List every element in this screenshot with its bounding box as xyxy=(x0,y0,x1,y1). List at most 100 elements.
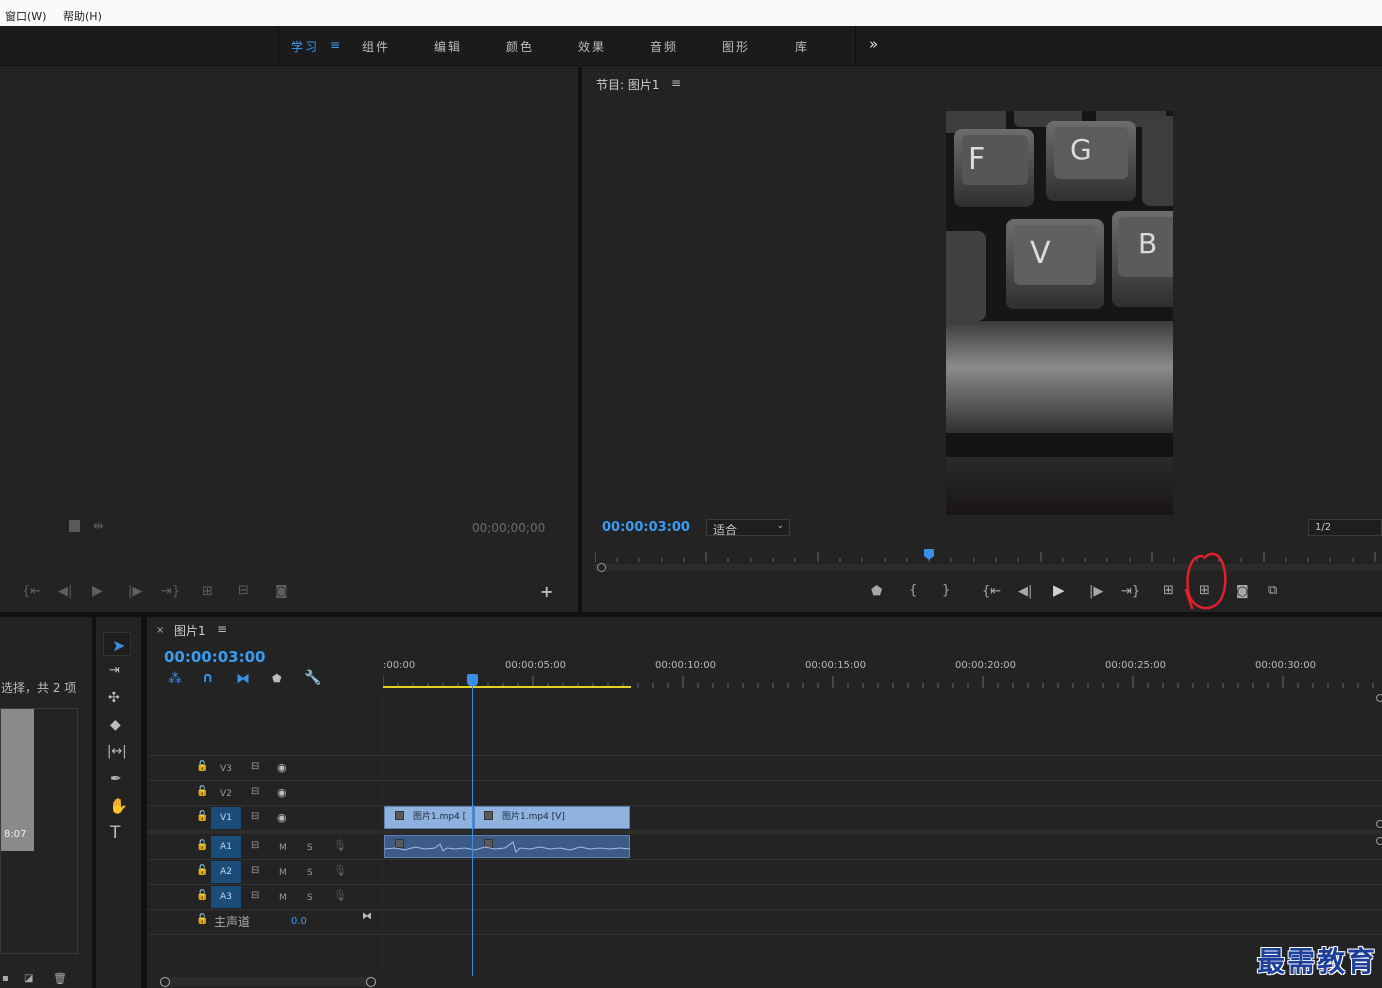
timeline-playhead-line[interactable] xyxy=(472,686,473,976)
project-item-box[interactable]: 8:07 xyxy=(0,708,78,954)
a3-lock-icon[interactable]: 🔓 xyxy=(196,891,208,901)
source-drag-audio-icon[interactable]: ⇹ xyxy=(93,520,104,533)
project-list-view-icon[interactable]: ▪ xyxy=(2,974,9,984)
v3-eye-icon[interactable]: ◉ xyxy=(277,762,287,773)
fit-dropdown[interactable]: 适合 ⌄ xyxy=(706,519,790,537)
a2-target-button[interactable]: A2 xyxy=(211,861,241,883)
program-lift-icon[interactable]: ⊞ xyxy=(1163,584,1174,597)
workspace-editing[interactable]: 编辑 xyxy=(434,38,462,55)
a2-mute-button[interactable]: M xyxy=(279,868,287,878)
workspace-graphics[interactable]: 图形 xyxy=(722,38,750,55)
timeline-menu-icon[interactable]: ≡ xyxy=(217,622,227,636)
source-add-button[interactable]: + xyxy=(540,584,553,600)
v1-eye-icon[interactable]: ◉ xyxy=(277,812,287,823)
timeline-zoom-scrollbar[interactable] xyxy=(160,977,376,987)
timeline-sequence-tab[interactable]: 图片1 xyxy=(174,622,206,639)
vertical-zoom-handle-top[interactable] xyxy=(1376,694,1382,702)
slip-tool-icon[interactable]: |↔| xyxy=(107,745,127,758)
linked-selection-icon[interactable]: ⧓ xyxy=(236,672,250,686)
pen-tool-icon[interactable]: ✒ xyxy=(110,772,122,786)
zoom-handle-left[interactable] xyxy=(160,977,170,987)
timeline-playhead-handle[interactable] xyxy=(467,674,478,686)
v3-lock-icon[interactable]: 🔓 xyxy=(196,762,208,772)
a3-solo-button[interactable]: S xyxy=(307,893,313,903)
v1-lock-icon[interactable]: 🔓 xyxy=(196,812,208,822)
workspace-menu-icon[interactable]: ≡ xyxy=(330,38,340,52)
a1-lock-icon[interactable]: 🔓 xyxy=(196,841,208,851)
program-zoom-scrollbar[interactable] xyxy=(595,563,1382,572)
program-step-forward-icon[interactable]: |▶ xyxy=(1089,585,1103,598)
a3-mute-button[interactable]: M xyxy=(279,893,287,903)
v3-label[interactable]: V3 xyxy=(220,764,232,774)
program-monitor-menu-icon[interactable]: ≡ xyxy=(671,76,681,90)
program-playhead[interactable] xyxy=(924,549,934,560)
a1-sync-lock-icon[interactable]: ⊟ xyxy=(251,841,259,851)
selection-tool-button[interactable]: ➤ xyxy=(103,632,131,656)
snap-magnet-icon[interactable]: ∩ xyxy=(202,671,213,685)
a2-voiceover-mic-icon[interactable]: 🎙 xyxy=(333,865,347,876)
source-drag-video-icon[interactable] xyxy=(69,520,80,532)
a2-solo-button[interactable]: S xyxy=(307,868,313,878)
program-go-to-out-icon[interactable]: ⇥} xyxy=(1121,585,1140,598)
source-step-forward-icon[interactable]: |▶ xyxy=(128,585,142,598)
master-go-to-end-icon[interactable]: ⧓ xyxy=(362,912,372,922)
video-audio-divider[interactable] xyxy=(147,830,1382,834)
work-area-bar[interactable] xyxy=(383,686,631,688)
program-export-frame-icon[interactable]: ◙ xyxy=(1236,585,1249,598)
v2-eye-icon[interactable]: ◉ xyxy=(277,787,287,798)
v2-sync-lock-icon[interactable]: ⊟ xyxy=(251,787,259,797)
v3-sync-lock-icon[interactable]: ⊟ xyxy=(251,762,259,772)
program-mark-in-icon[interactable]: { xyxy=(909,584,917,597)
workspace-libraries[interactable]: 库 xyxy=(795,38,809,55)
source-mark-in-icon[interactable]: {⇤ xyxy=(22,585,41,598)
ripple-edit-tool-icon[interactable]: ✣ xyxy=(108,691,120,705)
a3-sync-lock-icon[interactable]: ⊟ xyxy=(251,891,259,901)
program-mark-out-icon[interactable]: } xyxy=(942,584,950,597)
type-tool-icon[interactable]: T xyxy=(110,825,120,842)
program-play-icon[interactable]: ▶ xyxy=(1053,583,1065,598)
project-delete-icon[interactable]: 🗑 xyxy=(53,973,67,984)
audio-clip-a1[interactable] xyxy=(384,835,631,858)
hand-tool-icon[interactable]: ✋ xyxy=(109,799,128,814)
a1-solo-button[interactable]: S xyxy=(307,843,313,853)
menu-window[interactable]: 窗口(W) xyxy=(5,8,46,24)
razor-tool-icon[interactable]: ◆ xyxy=(110,718,121,732)
source-export-frame-icon[interactable]: ◙ xyxy=(275,585,288,598)
menu-help[interactable]: 帮助(H) xyxy=(63,8,102,24)
master-volume-value[interactable]: 0.0 xyxy=(291,916,307,927)
timeline-settings-wrench-icon[interactable]: 🔧 xyxy=(304,671,321,685)
program-monitor-title[interactable]: 节目: 图片1 xyxy=(596,76,660,93)
workspace-assembly[interactable]: 组件 xyxy=(362,38,390,55)
a3-target-button[interactable]: A3 xyxy=(211,886,241,908)
a2-lock-icon[interactable]: 🔓 xyxy=(196,866,208,876)
program-go-to-in-icon[interactable]: {⇤ xyxy=(982,585,1001,598)
resolution-dropdown[interactable]: 1/2 xyxy=(1308,519,1382,536)
program-timecode[interactable]: 00:00:03:00 xyxy=(602,520,690,535)
a1-target-button[interactable]: A1 xyxy=(211,836,241,858)
track-select-tool-icon[interactable]: ⇥ xyxy=(109,664,120,677)
program-comparison-view-icon[interactable]: ⧉ xyxy=(1268,584,1277,597)
program-time-ruler[interactable] xyxy=(594,548,1382,562)
video-clip-part-1[interactable]: 图片1.mp4 [ xyxy=(384,806,474,829)
v1-target-button[interactable]: V1 xyxy=(211,807,241,829)
zoom-handle-right[interactable] xyxy=(366,977,376,987)
a3-voiceover-mic-icon[interactable]: 🎙 xyxy=(333,890,347,901)
add-marker-icon[interactable]: ⬟ xyxy=(272,673,282,684)
timeline-close-icon[interactable]: × xyxy=(156,625,164,636)
v2-lock-icon[interactable]: 🔓 xyxy=(196,787,208,797)
workspace-effects[interactable]: 效果 xyxy=(578,38,606,55)
vertical-zoom-handle-audio[interactable] xyxy=(1376,837,1382,845)
source-play-icon[interactable]: ▶ xyxy=(92,584,103,598)
a1-mute-button[interactable]: M xyxy=(279,843,287,853)
master-lock-icon[interactable]: 🔓 xyxy=(196,915,208,925)
program-zoom-handle[interactable] xyxy=(597,563,606,572)
a1-voiceover-mic-icon[interactable]: 🎙 xyxy=(333,840,347,851)
program-add-marker-icon[interactable]: ⬟ xyxy=(871,585,882,598)
project-new-item-icon[interactable]: ◪ xyxy=(24,974,33,984)
source-overwrite-icon[interactable]: ⊟ xyxy=(238,584,249,597)
v2-label[interactable]: V2 xyxy=(220,789,232,799)
source-go-to-out-icon[interactable]: ⇥} xyxy=(161,585,180,598)
workspace-audio[interactable]: 音频 xyxy=(650,38,678,55)
more-workspaces-icon[interactable]: » xyxy=(869,35,880,53)
timeline-timecode[interactable]: 00:00:03:00 xyxy=(164,648,266,666)
